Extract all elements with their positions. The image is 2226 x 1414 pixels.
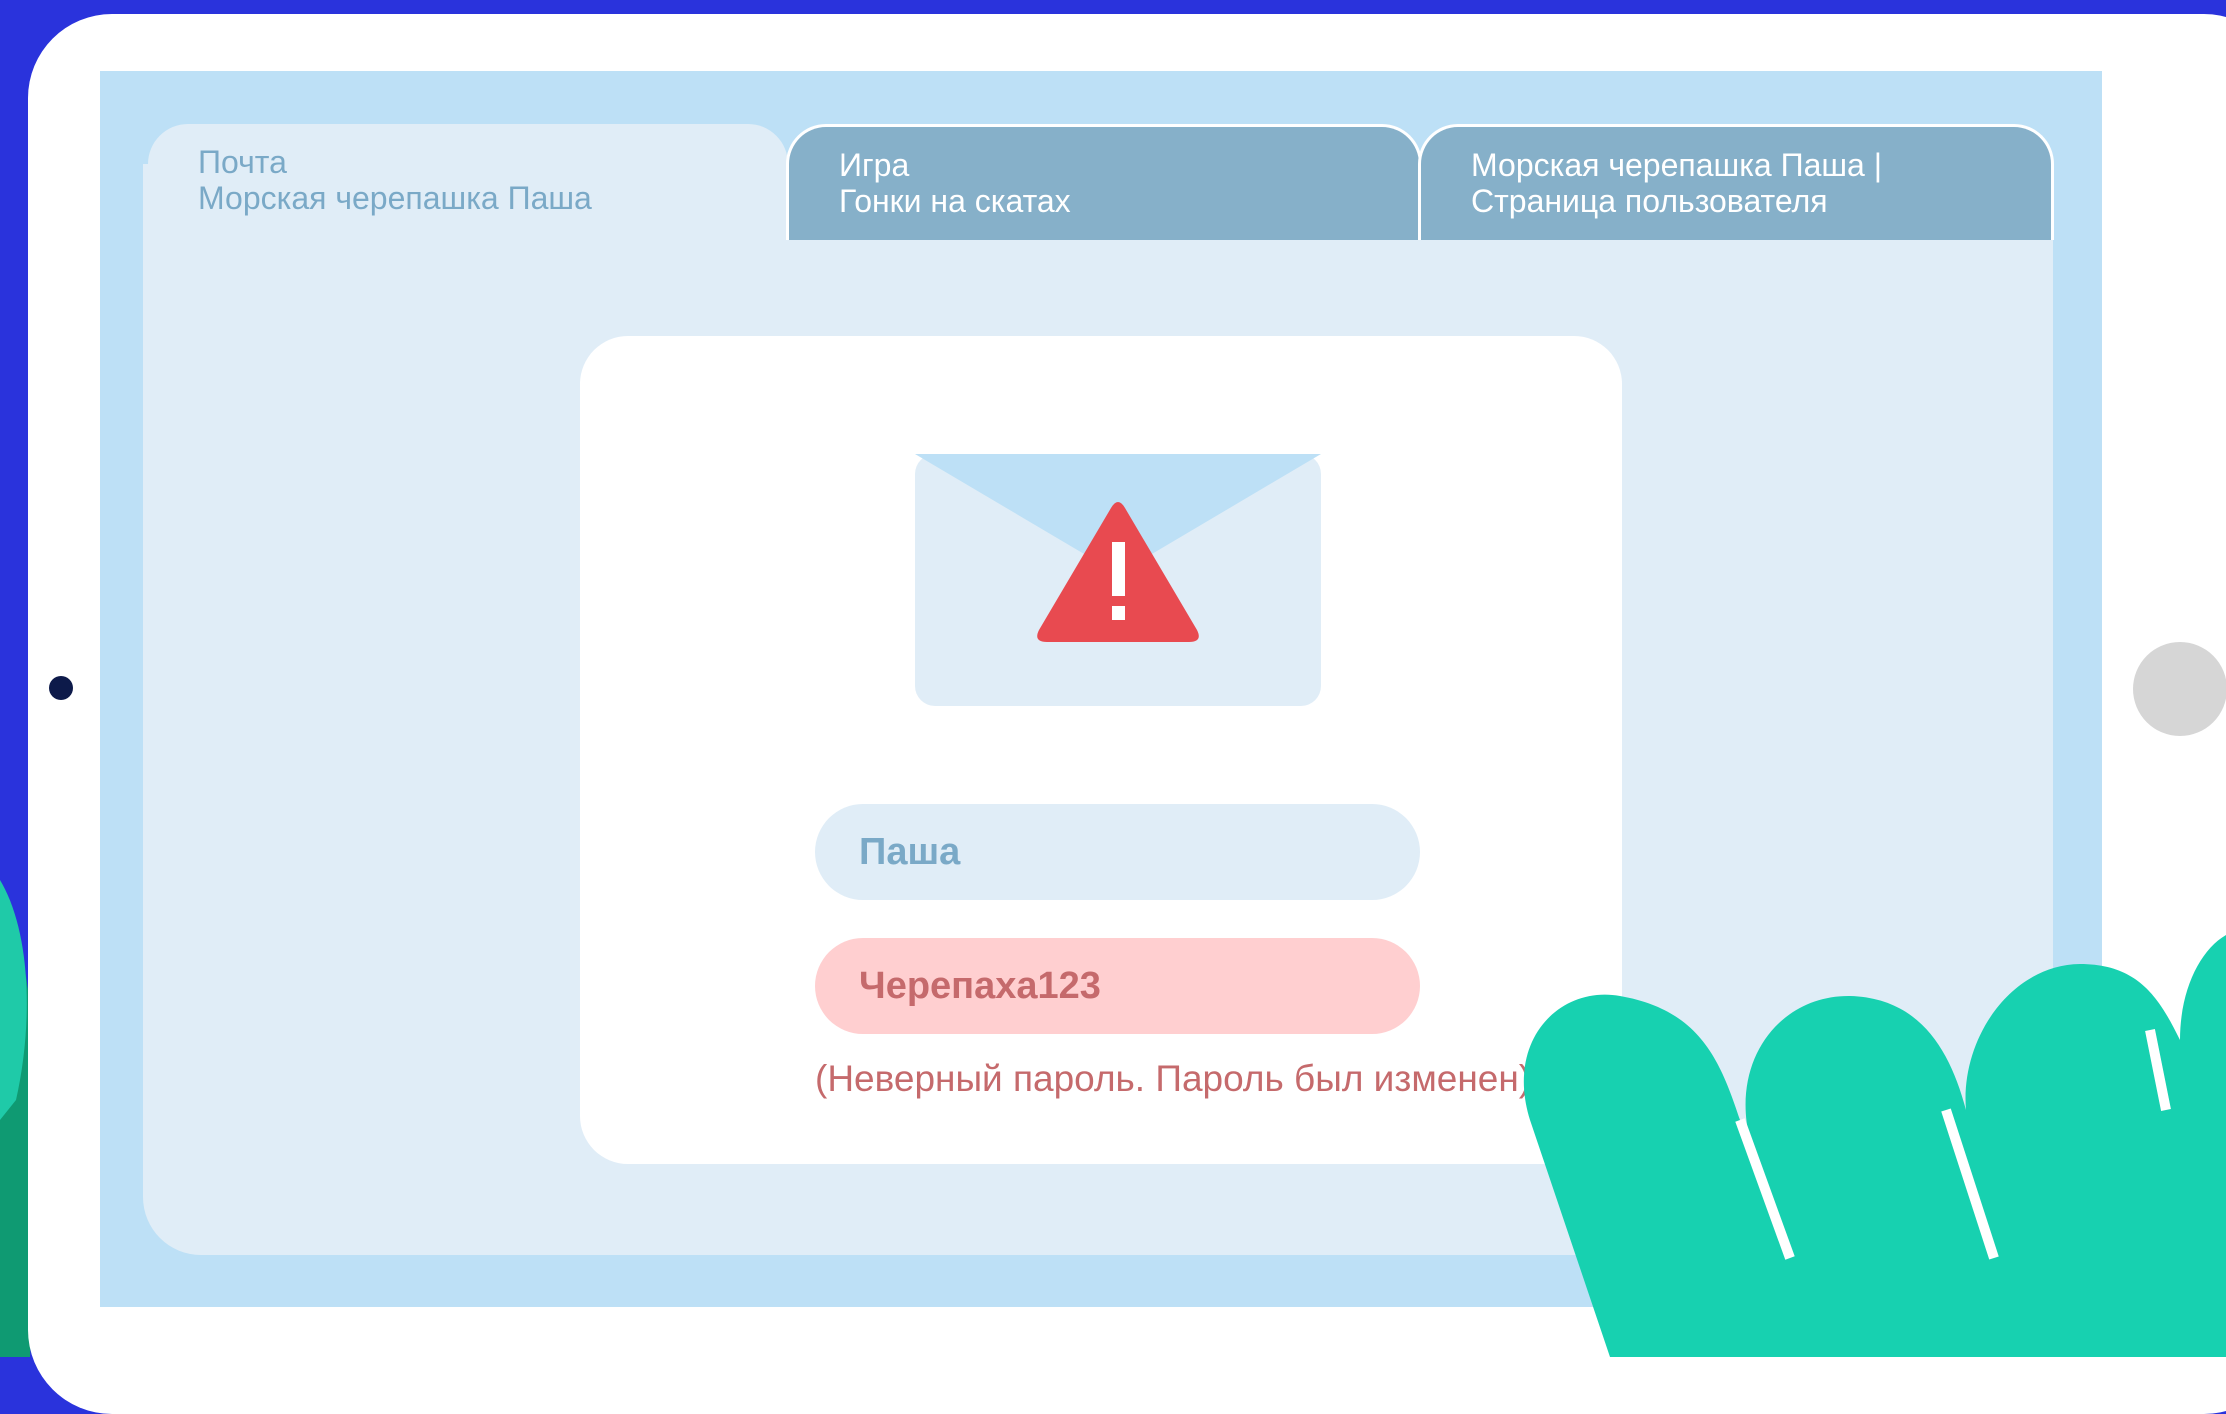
hand-illustration (1523, 935, 2226, 1357)
